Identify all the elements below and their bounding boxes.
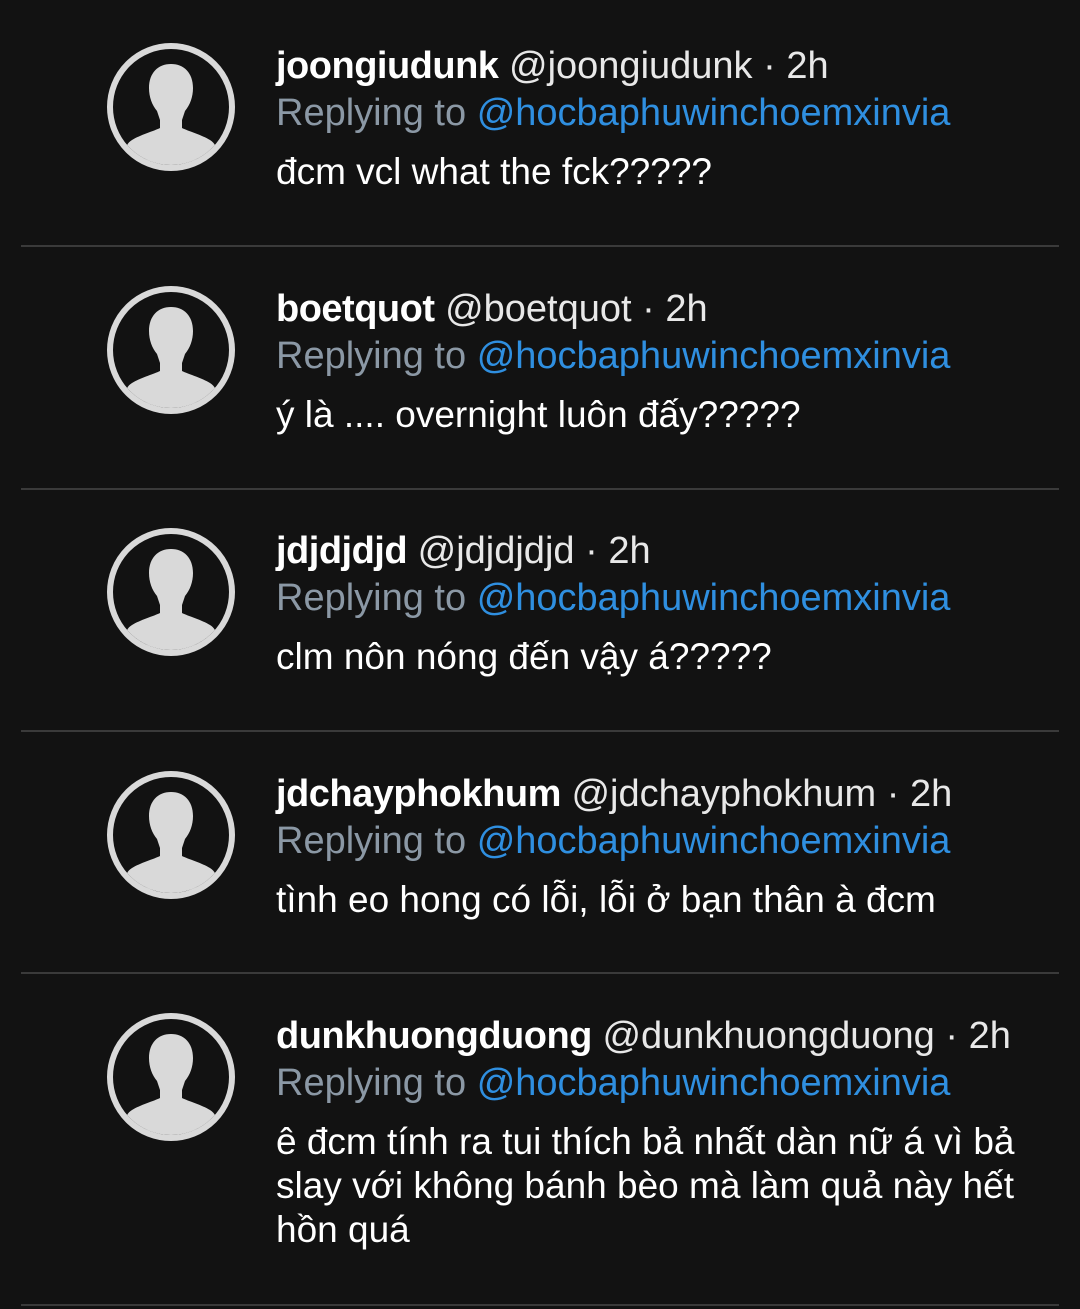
reply-header: jdchayphokhum @jdchayphokhum · 2h: [276, 768, 1030, 820]
user-handle[interactable]: @jdjdjdjd: [418, 530, 575, 572]
replying-to-line: Replying to @hocbaphuwinchoemxinvia: [276, 816, 1030, 866]
reply-item[interactable]: dunkhuongduong @dunkhuongduong · 2h Repl…: [0, 970, 1080, 1307]
default-avatar-icon[interactable]: [106, 42, 236, 172]
divider: [21, 1304, 1059, 1306]
replying-to-line: Replying to @hocbaphuwinchoemxinvia: [276, 88, 1030, 138]
replying-to-line: Replying to @hocbaphuwinchoemxinvia: [276, 331, 1030, 381]
display-name[interactable]: dunkhuongduong: [276, 1015, 592, 1057]
reply-item[interactable]: jdjdjdjd @jdjdjdjd · 2h Replying to @hoc…: [0, 485, 1080, 729]
replying-to-label: Replying to: [276, 820, 467, 862]
reply-header: jdjdjdjd @jdjdjdjd · 2h: [276, 525, 1030, 577]
user-handle[interactable]: @joongiudunk: [509, 45, 753, 87]
display-name[interactable]: jdjdjdjd: [276, 530, 408, 572]
replying-to-mention[interactable]: @hocbaphuwinchoemxinvia: [477, 820, 951, 862]
separator-dot: ·: [945, 1015, 958, 1057]
reply-content: jdchayphokhum @jdchayphokhum · 2h Replyi…: [276, 768, 1030, 922]
replying-to-line: Replying to @hocbaphuwinchoemxinvia: [276, 573, 1030, 623]
timestamp[interactable]: 2h: [608, 530, 650, 572]
reply-item[interactable]: boetquot @boetquot · 2h Replying to @hoc…: [0, 243, 1080, 487]
reply-text: ý là .... overnight luôn đấy?????: [276, 394, 801, 435]
default-avatar-icon[interactable]: [106, 285, 236, 415]
replying-to-mention[interactable]: @hocbaphuwinchoemxinvia: [477, 335, 951, 377]
replying-to-label: Replying to: [276, 577, 467, 619]
replying-to-label: Replying to: [276, 1062, 467, 1104]
reply-text: đcm vcl what the fck?????: [276, 151, 712, 192]
reply-text: tình eo hong có lỗi, lỗi ở bạn thân à đc…: [276, 879, 936, 920]
default-avatar-icon[interactable]: [106, 1012, 236, 1142]
reply-content: boetquot @boetquot · 2h Replying to @hoc…: [276, 283, 1030, 437]
separator-dot: ·: [585, 530, 598, 572]
default-avatar-icon[interactable]: [106, 770, 236, 900]
replying-to-mention[interactable]: @hocbaphuwinchoemxinvia: [477, 577, 951, 619]
reply-text: ê đcm tính ra tui thích bả nhất dàn nữ á…: [276, 1121, 1015, 1250]
reply-text: clm nôn nóng đến vậy á?????: [276, 636, 772, 677]
reply-item[interactable]: joongiudunk @joongiudunk · 2h Replying t…: [0, 0, 1080, 244]
user-handle[interactable]: @dunkhuongduong: [602, 1015, 934, 1057]
user-handle[interactable]: @boetquot: [445, 288, 632, 330]
display-name[interactable]: jdchayphokhum: [276, 773, 561, 815]
reply-header: dunkhuongduong @dunkhuongduong · 2h: [276, 1010, 1030, 1062]
separator-dot: ·: [886, 773, 900, 815]
reply-content: jdjdjdjd @jdjdjdjd · 2h Replying to @hoc…: [276, 525, 1030, 679]
replying-to-mention[interactable]: @hocbaphuwinchoemxinvia: [477, 1062, 951, 1104]
display-name[interactable]: joongiudunk: [276, 45, 499, 87]
replying-to-label: Replying to: [276, 335, 467, 377]
separator-dot: ·: [642, 288, 655, 330]
reply-feed: joongiudunk @joongiudunk · 2h Replying t…: [0, 0, 1080, 1309]
replying-to-line: Replying to @hocbaphuwinchoemxinvia: [276, 1058, 1030, 1108]
default-avatar-icon[interactable]: [106, 527, 236, 657]
user-handle[interactable]: @jdchayphokhum: [571, 773, 876, 815]
replying-to-label: Replying to: [276, 92, 467, 134]
timestamp[interactable]: 2h: [969, 1015, 1011, 1057]
replying-to-mention[interactable]: @hocbaphuwinchoemxinvia: [477, 92, 951, 134]
timestamp[interactable]: 2h: [910, 773, 952, 815]
timestamp[interactable]: 2h: [665, 288, 707, 330]
separator-dot: ·: [763, 45, 776, 87]
reply-header: boetquot @boetquot · 2h: [276, 283, 1030, 335]
timestamp[interactable]: 2h: [786, 45, 828, 87]
reply-header: joongiudunk @joongiudunk · 2h: [276, 40, 1030, 92]
reply-content: joongiudunk @joongiudunk · 2h Replying t…: [276, 40, 1030, 194]
display-name[interactable]: boetquot: [276, 288, 435, 330]
reply-content: dunkhuongduong @dunkhuongduong · 2h Repl…: [276, 1010, 1030, 1252]
reply-item[interactable]: jdchayphokhum @jdchayphokhum · 2h Replyi…: [0, 728, 1080, 972]
